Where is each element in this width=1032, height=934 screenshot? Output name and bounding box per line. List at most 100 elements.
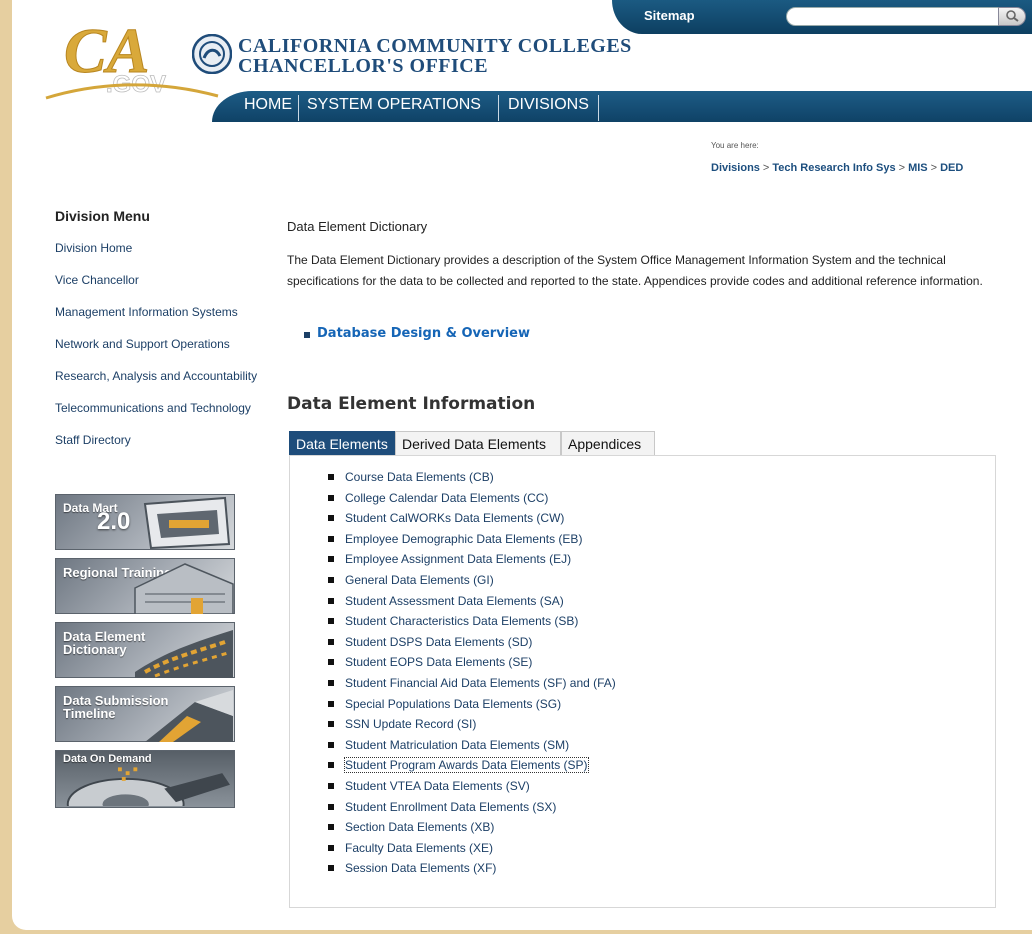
breadcrumb-mis[interactable]: MIS <box>908 162 928 174</box>
page: Sitemap CA .GOV CALIFORNIA COMMUNITY COL… <box>12 0 1032 930</box>
bullet-icon <box>328 844 334 851</box>
bullet-icon <box>328 762 334 769</box>
menu-item: Telecommunications and Technology <box>55 400 257 432</box>
element-link[interactable]: Student EOPS Data Elements (SE) <box>345 655 532 669</box>
menu-link-telecom[interactable]: Telecommunications and Technology <box>55 401 251 415</box>
element-link[interactable]: Session Data Elements (XF) <box>345 861 496 875</box>
page-title: Data Element Dictionary <box>287 219 428 234</box>
breadcrumb-tech-research[interactable]: Tech Research Info Sys <box>772 162 895 174</box>
element-link[interactable]: General Data Elements (GI) <box>345 573 494 587</box>
bullet-icon <box>328 494 334 501</box>
bullet-icon <box>328 865 334 872</box>
data-element-list: Course Data Elements (CB) College Calend… <box>328 470 616 882</box>
menu-link-vice-chancellor[interactable]: Vice Chancellor <box>55 273 139 287</box>
menu-item: Staff Directory <box>55 432 257 464</box>
magnifier-icon <box>1006 10 1019 22</box>
menu-link-research[interactable]: Research, Analysis and Accountability <box>55 369 257 383</box>
org-title-line2: CHANCELLOR'S OFFICE <box>238 55 489 77</box>
bullet-icon <box>328 638 334 645</box>
breadcrumb-divisions[interactable]: Divisions <box>711 162 760 174</box>
data-submission-timeline-tile[interactable]: Data Submission Timeline <box>55 686 235 742</box>
section-heading: Data Element Information <box>287 394 536 414</box>
regional-training-tile[interactable]: Regional Training <box>55 558 235 614</box>
element-link[interactable]: SSN Update Record (SI) <box>345 717 476 731</box>
tab-data-elements[interactable]: Data Elements <box>289 431 395 455</box>
bullet-icon <box>328 721 334 728</box>
bullet-icon <box>328 556 334 563</box>
menu-item: Network and Support Operations <box>55 336 257 368</box>
breadcrumb-ded[interactable]: DED <box>940 162 963 174</box>
element-link[interactable]: Special Populations Data Elements (SG) <box>345 697 561 711</box>
list-item: Student CalWORKs Data Elements (CW) <box>328 511 616 532</box>
bullet-icon <box>328 515 334 522</box>
bullet-icon <box>328 659 334 666</box>
element-link[interactable]: Course Data Elements (CB) <box>345 470 494 484</box>
list-item: Faculty Data Elements (XE) <box>328 841 616 862</box>
element-link[interactable]: Student Financial Aid Data Elements (SF)… <box>345 676 616 690</box>
nav-home[interactable]: HOME <box>244 96 292 120</box>
list-item: Student Characteristics Data Elements (S… <box>328 614 616 635</box>
tab-appendices[interactable]: Appendices <box>561 431 655 455</box>
element-link[interactable]: Employee Demographic Data Elements (EB) <box>345 532 582 546</box>
element-link[interactable]: Employee Assignment Data Elements (EJ) <box>345 552 571 566</box>
list-item: SSN Update Record (SI) <box>328 717 616 738</box>
org-title: CALIFORNIA COMMUNITY COLLEGES CHANCELLOR… <box>238 36 632 76</box>
data-on-demand-tile[interactable]: Data On Demand <box>55 750 235 808</box>
you-are-here-label: You are here: <box>711 141 759 150</box>
menu-link-mis[interactable]: Management Information Systems <box>55 305 238 319</box>
database-design-link[interactable]: Database Design & Overview <box>317 326 530 341</box>
breadcrumb: Divisions > Tech Research Info Sys > MIS > DED <box>711 162 963 174</box>
list-item: Employee Assignment Data Elements (EJ) <box>328 552 616 573</box>
element-link[interactable]: Student CalWORKs Data Elements (CW) <box>345 511 564 525</box>
state-seal-icon <box>192 34 232 74</box>
element-link-focused[interactable]: Student Program Awards Data Elements (SP… <box>344 757 589 774</box>
division-menu-title: Division Menu <box>55 208 150 224</box>
list-item: Student Matriculation Data Elements (SM) <box>328 738 616 759</box>
list-item: Special Populations Data Elements (SG) <box>328 697 616 718</box>
menu-item: Research, Analysis and Accountability <box>55 368 257 400</box>
sitemap-link[interactable]: Sitemap <box>644 8 695 23</box>
bullet-icon <box>328 576 334 583</box>
list-item: Course Data Elements (CB) <box>328 470 616 491</box>
bullet-icon <box>304 332 310 338</box>
list-item: College Calendar Data Elements (CC) <box>328 491 616 512</box>
element-link[interactable]: Student DSPS Data Elements (SD) <box>345 635 532 649</box>
menu-link-division-home[interactable]: Division Home <box>55 241 132 255</box>
nav-divider <box>598 95 599 121</box>
list-item: Student VTEA Data Elements (SV) <box>328 779 616 800</box>
division-menu: Division Home Vice Chancellor Management… <box>55 240 257 464</box>
list-item: Student Financial Aid Data Elements (SF)… <box>328 676 616 697</box>
list-item: Section Data Elements (XB) <box>328 820 616 841</box>
element-link[interactable]: Section Data Elements (XB) <box>345 820 494 834</box>
nav-divider <box>498 95 499 121</box>
list-item: Student Assessment Data Elements (SA) <box>328 594 616 615</box>
search-input[interactable] <box>786 7 1000 26</box>
main-nav: HOME SYSTEM OPERATIONS DIVISIONS <box>212 91 1032 122</box>
data-mart-tile[interactable]: Data Mart 2.0 <box>55 494 235 550</box>
menu-link-network-support[interactable]: Network and Support Operations <box>55 337 230 351</box>
school-building-icon <box>134 563 234 614</box>
timeline-icon <box>145 690 233 742</box>
nav-system-operations[interactable]: SYSTEM OPERATIONS <box>307 96 481 120</box>
nav-divisions[interactable]: DIVISIONS <box>508 96 589 120</box>
tab-derived-data-elements[interactable]: Derived Data Elements <box>395 431 561 455</box>
nav-divider <box>298 95 299 121</box>
element-link[interactable]: Student Matriculation Data Elements (SM) <box>345 738 569 752</box>
element-link[interactable]: College Calendar Data Elements (CC) <box>345 491 548 505</box>
element-link[interactable]: Student Characteristics Data Elements (S… <box>345 614 578 628</box>
menu-link-staff-directory[interactable]: Staff Directory <box>55 433 131 447</box>
menu-item: Division Home <box>55 240 257 272</box>
element-link[interactable]: Student Assessment Data Elements (SA) <box>345 594 564 608</box>
breadcrumb-separator: > <box>762 162 770 174</box>
search-button[interactable] <box>998 7 1026 26</box>
list-item: Student Enrollment Data Elements (SX) <box>328 800 616 821</box>
bullet-icon <box>328 597 334 604</box>
element-link[interactable]: Faculty Data Elements (XE) <box>345 841 493 855</box>
dictionary-icon <box>135 630 233 678</box>
element-link[interactable]: Student Enrollment Data Elements (SX) <box>345 800 556 814</box>
bullet-icon <box>328 824 334 831</box>
site-header: Sitemap CA .GOV CALIFORNIA COMMUNITY COL… <box>12 0 1032 122</box>
element-link[interactable]: Student VTEA Data Elements (SV) <box>345 779 530 793</box>
data-element-dictionary-tile[interactable]: Data Element Dictionary <box>55 622 235 678</box>
list-item: Student EOPS Data Elements (SE) <box>328 655 616 676</box>
